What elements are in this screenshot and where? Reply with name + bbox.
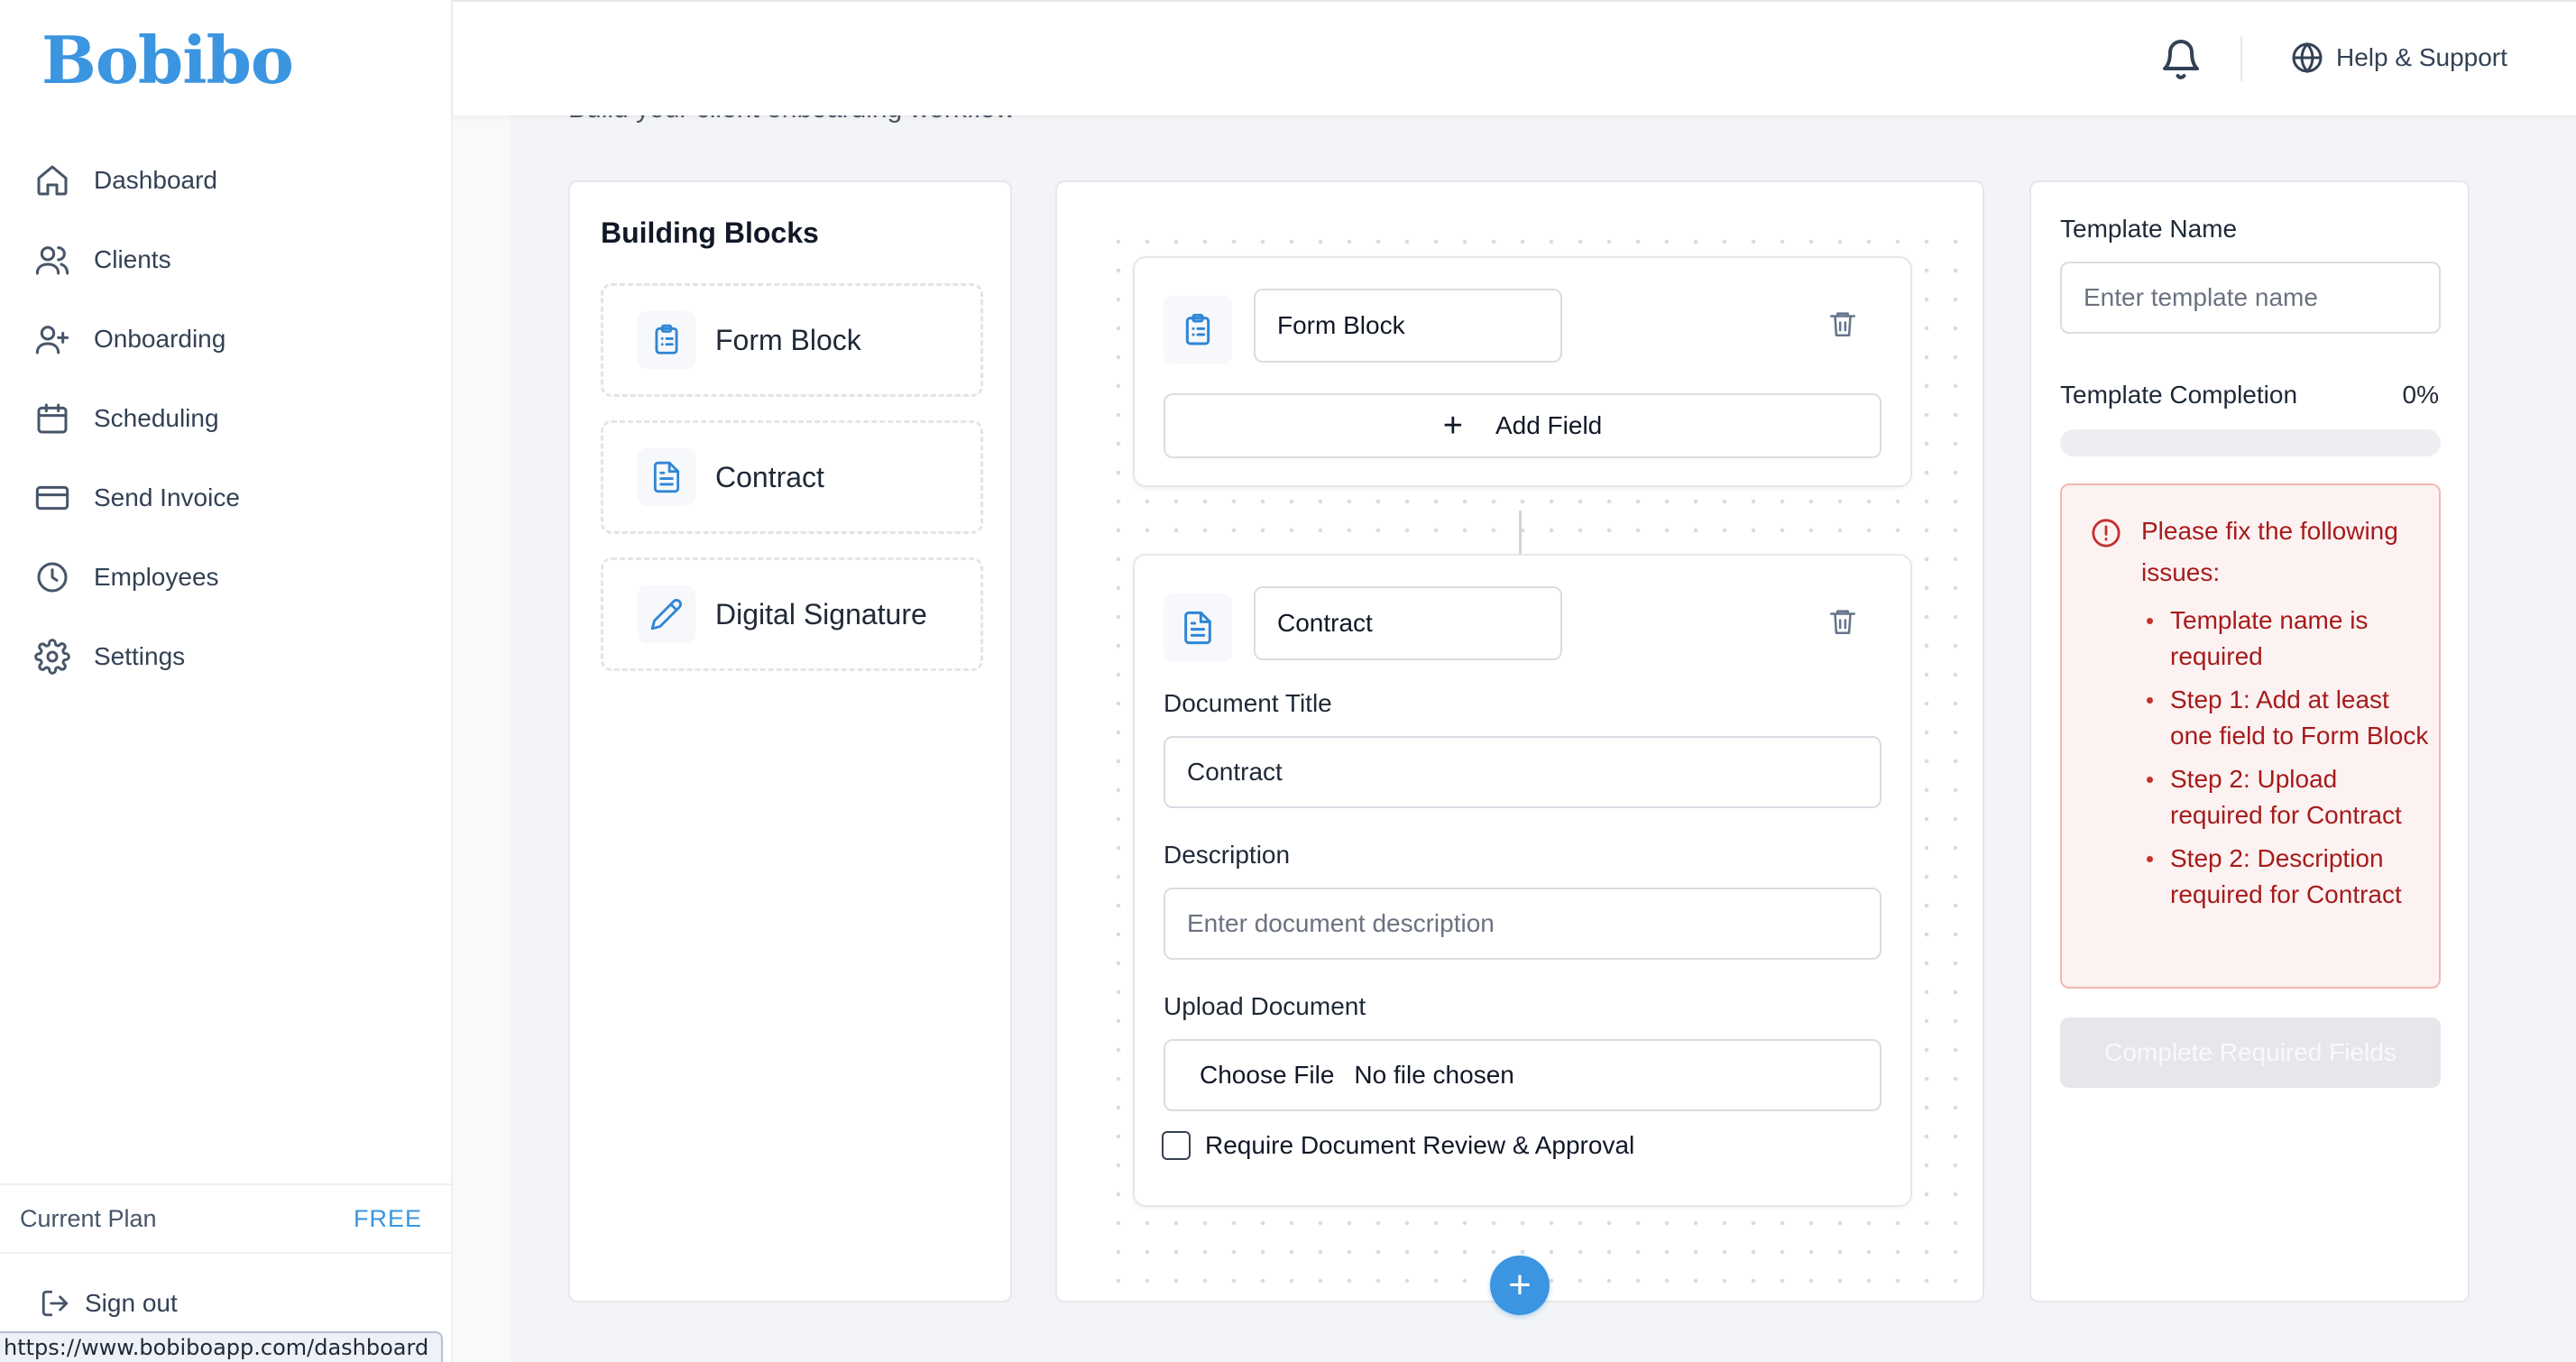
current-plan: Current Plan FREE — [0, 1183, 451, 1254]
error-item: Step 2: Upload required for Contract — [2141, 761, 2430, 833]
pen-icon — [650, 599, 682, 630]
icon-container — [638, 585, 695, 643]
trash-icon — [1829, 610, 1856, 635]
sidebar-item-scheduling[interactable]: Scheduling — [34, 391, 219, 446]
errors-list: Template name is required Step 1: Add at… — [2141, 603, 2430, 920]
bell-icon — [2163, 40, 2199, 79]
error-item: Step 1: Add at least one field to Form B… — [2141, 682, 2430, 754]
error-item: Template name is required — [2141, 603, 2430, 675]
step-contract[interactable]: Contract Document Title Contract Descrip… — [1133, 554, 1912, 1207]
building-blocks-title: Building Blocks — [601, 216, 819, 249]
template-completion-value: 0% — [2402, 381, 2439, 409]
icon-container — [638, 311, 695, 369]
error-item: Step 2: Description required for Contrac… — [2141, 841, 2430, 913]
notifications-button[interactable] — [2159, 38, 2203, 81]
gear-icon — [34, 639, 70, 675]
complete-required-fields-button[interactable]: Complete Required Fields — [2060, 1017, 2441, 1088]
delete-step-button[interactable] — [1827, 606, 1858, 637]
trash-icon — [1829, 312, 1856, 337]
review-approval-checkbox[interactable]: Require Document Review & Approval — [1162, 1131, 1634, 1160]
upload-document-label: Upload Document — [1164, 992, 1366, 1020]
add-step-button[interactable]: + — [1490, 1256, 1550, 1315]
globe-icon — [2292, 41, 2323, 74]
current-plan-value[interactable]: FREE — [354, 1205, 422, 1233]
clipboard-list-icon — [655, 324, 678, 354]
user-plus-icon — [35, 326, 69, 354]
completion-progress-bar — [2060, 429, 2441, 456]
block-digital-signature[interactable]: Digital Signature — [601, 557, 983, 671]
file-upload-input[interactable]: Choose File No file chosen — [1164, 1039, 1881, 1111]
document-icon — [653, 461, 680, 493]
sidebar-item-onboarding[interactable]: Onboarding — [34, 312, 225, 366]
validation-errors: Please fix the following issues: Templat… — [2060, 483, 2441, 989]
sidebar-item-dashboard[interactable]: Dashboard — [34, 153, 217, 207]
document-title-input[interactable]: Contract — [1164, 736, 1881, 808]
template-panel: Template Name Enter template name Templa… — [2029, 180, 2470, 1302]
building-blocks-panel: Building Blocks Form Block Contract Digi… — [568, 180, 1012, 1302]
sidebar-item-clients[interactable]: Clients — [34, 233, 171, 287]
sidebar-item-label: Employees — [94, 563, 219, 591]
sign-out-icon — [41, 1290, 69, 1317]
review-approval-label: Require Document Review & Approval — [1205, 1131, 1635, 1159]
add-field-label: Add Field — [1495, 411, 1603, 439]
description-label: Description — [1164, 841, 1291, 869]
add-field-button[interactable]: + Add Field — [1164, 393, 1881, 458]
help-support-label: Help & Support — [2336, 43, 2507, 71]
document-icon — [1184, 611, 1211, 645]
topbar-divider — [2240, 36, 2242, 81]
block-label: Form Block — [715, 323, 861, 356]
sign-out-label: Sign out — [85, 1289, 178, 1317]
template-name-input[interactable]: Enter template name — [2060, 262, 2441, 334]
credit-card-icon — [35, 485, 69, 511]
block-contract[interactable]: Contract — [601, 420, 983, 534]
clipboard-list-icon — [1185, 313, 1210, 345]
checkbox-box[interactable] — [1162, 1131, 1191, 1160]
document-title-label: Document Title — [1164, 689, 1332, 717]
step-name-input[interactable]: Contract — [1254, 586, 1562, 660]
plus-icon: + — [1442, 407, 1463, 445]
icon-container — [638, 448, 695, 506]
step-name-input[interactable]: Form Block — [1254, 289, 1562, 363]
sidebar-item-label: Scheduling — [94, 404, 219, 432]
template-name-label: Template Name — [2060, 215, 2238, 243]
sidebar-item-label: Settings — [94, 642, 186, 670]
sidebar-item-label: Send Invoice — [94, 483, 240, 511]
top-bar: Help & Support — [453, 0, 2576, 115]
app-logo[interactable]: Bobibo — [41, 22, 294, 98]
users-icon — [35, 246, 69, 275]
delete-step-button[interactable] — [1827, 308, 1858, 339]
sidebar-item-label: Dashboard — [94, 166, 217, 194]
clock-icon — [37, 562, 68, 593]
workflow-canvas: Form Block + Add Field Contract Document… — [1055, 180, 1984, 1302]
current-plan-label: Current Plan — [20, 1204, 157, 1232]
help-support-link[interactable]: Help & Support — [2291, 41, 2507, 74]
block-form-block[interactable]: Form Block — [601, 283, 983, 397]
file-status: No file chosen — [1354, 1061, 1514, 1089]
calendar-icon — [37, 403, 68, 434]
sidebar-item-settings[interactable]: Settings — [34, 630, 185, 684]
sidebar-item-send-invoice[interactable]: Send Invoice — [34, 471, 240, 525]
sidebar-item-label: Clients — [94, 245, 171, 273]
sidebar-item-employees[interactable]: Employees — [34, 550, 219, 604]
step-connector — [1519, 511, 1522, 554]
icon-container — [1164, 594, 1232, 662]
icon-container — [1164, 296, 1232, 364]
description-input[interactable]: Enter document description — [1164, 888, 1881, 960]
template-completion-label: Template Completion — [2060, 381, 2298, 409]
sign-out-button[interactable]: Sign out — [40, 1288, 178, 1319]
sidebar: Bobibo Dashboard Clients Onboarding Sche… — [0, 0, 453, 1362]
choose-file-button[interactable]: Choose File — [1200, 1061, 1334, 1090]
home-icon — [37, 165, 68, 196]
block-label: Contract — [715, 460, 824, 493]
alert-circle-icon — [2091, 518, 2121, 548]
status-bar-url: https://www.bobiboapp.com/dashboard — [0, 1331, 444, 1362]
sidebar-item-label: Onboarding — [94, 325, 226, 353]
step-form-block[interactable]: Form Block + Add Field — [1133, 256, 1912, 487]
errors-title: Please fix the following issues: — [2141, 517, 2398, 586]
block-label: Digital Signature — [715, 597, 927, 630]
